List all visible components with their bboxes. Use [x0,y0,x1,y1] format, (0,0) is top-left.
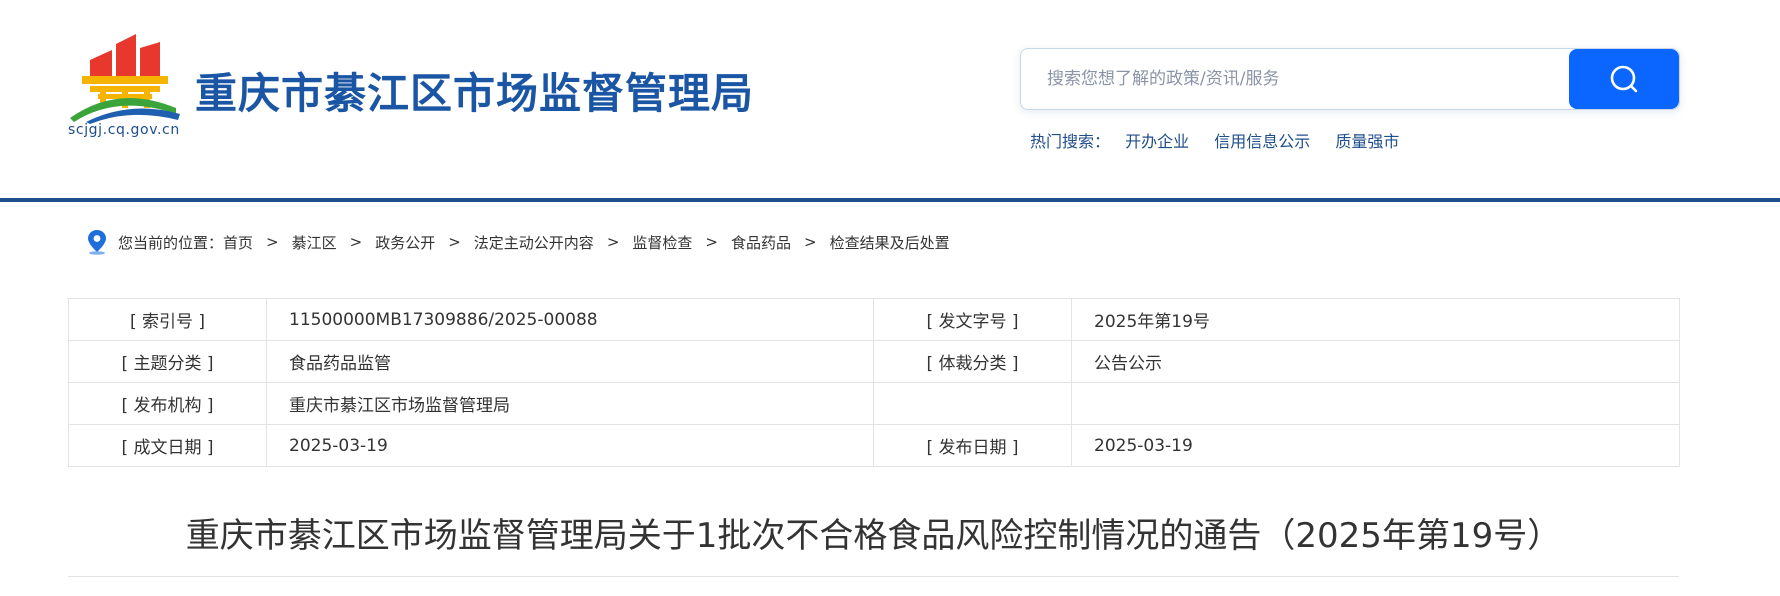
meta-label: [ 主题分类 ] [68,340,267,383]
hot-search-link-quality[interactable]: 质量强市 [1335,132,1399,151]
breadcrumb-separator: > [448,233,461,251]
breadcrumb-district[interactable]: 綦江区 [292,232,337,253]
meta-value: 重庆市綦江区市场监督管理局 [266,382,874,425]
breadcrumb-gov-affairs[interactable]: 政务公开 [375,232,435,253]
table-row: [ 发布机构 ] 重庆市綦江区市场监督管理局 [68,382,1680,425]
table-row: [ 成文日期 ] 2025-03-19 [ 发布日期 ] 2025-03-19 [68,424,1680,467]
meta-label: [ 索引号 ] [68,298,267,341]
meta-label: [ 发文字号 ] [873,298,1072,341]
meta-label: [ 成文日期 ] [68,424,267,467]
table-row: [ 索引号 ] 11500000MB17309886/2025-00088 [ … [68,298,1680,341]
header-divider [0,198,1780,202]
meta-label: [ 体裁分类 ] [873,340,1072,383]
search-input[interactable] [1021,49,1561,109]
meta-value: 2025-03-19 [266,424,874,467]
breadcrumb-separator: > [606,233,620,251]
search-icon [1610,65,1638,93]
meta-label: [ 发布日期 ] [873,424,1072,467]
breadcrumb-separator: > [804,233,817,251]
hot-search-link-kaiban[interactable]: 开办企业 [1125,132,1189,151]
breadcrumb-separator: > [266,233,279,251]
breadcrumb-prefix: 您当前的位置： [118,233,224,252]
meta-value: 11500000MB17309886/2025-00088 [266,298,874,341]
breadcrumb-statutory[interactable]: 法定主动公开内容 [474,232,594,253]
breadcrumb-separator: > [705,233,718,251]
article-title: 重庆市綦江区市场监督管理局关于1批次不合格食品风险控制情况的通告（2025年第1… [185,516,1562,556]
site-domain: scjgj.cq.gov.cn [68,122,180,138]
meta-label: [ 发布机构 ] [68,382,267,425]
meta-value: 2025-03-19 [1071,424,1680,467]
breadcrumb-results[interactable]: 检查结果及后处置 [830,232,950,253]
site-title[interactable]: 重庆市綦江区市场监督管理局 [195,60,754,121]
meta-value: 食品药品监管 [266,340,874,383]
meta-value: 公告公示 [1071,340,1680,383]
title-divider [68,576,1679,577]
hot-search: 热门搜索： 开办企业 信用信息公示 质量强市 [1030,128,1419,152]
site-header: scjgj.cq.gov.cn 重庆市綦江区市场监督管理局 热门搜索： 开办企业… [0,0,1780,200]
location-pin-icon [88,230,106,255]
breadcrumb-home[interactable]: 首页 [223,232,253,253]
meta-value: 2025年第19号 [1071,298,1680,341]
meta-label [873,382,1072,425]
search-box [1020,48,1680,110]
document-meta-table: [ 索引号 ] 11500000MB17309886/2025-00088 [ … [68,298,1680,467]
government-building-emblem-icon [70,34,180,124]
breadcrumb-separator: > [349,233,363,251]
hot-search-label: 热门搜索： [1030,132,1111,151]
search-button[interactable] [1569,49,1679,109]
table-row: [ 主题分类 ] 食品药品监管 [ 体裁分类 ] 公告公示 [68,340,1680,383]
breadcrumb-food-drug[interactable]: 食品药品 [731,232,791,253]
breadcrumb: 您当前的位置： 首页 > 綦江区 > 政务公开 > 法定主动公开内容 > 监督检… [86,228,950,256]
meta-value [1071,382,1680,425]
breadcrumb-inspection[interactable]: 监督检查 [632,232,692,253]
hot-search-link-credit[interactable]: 信用信息公示 [1214,132,1310,151]
